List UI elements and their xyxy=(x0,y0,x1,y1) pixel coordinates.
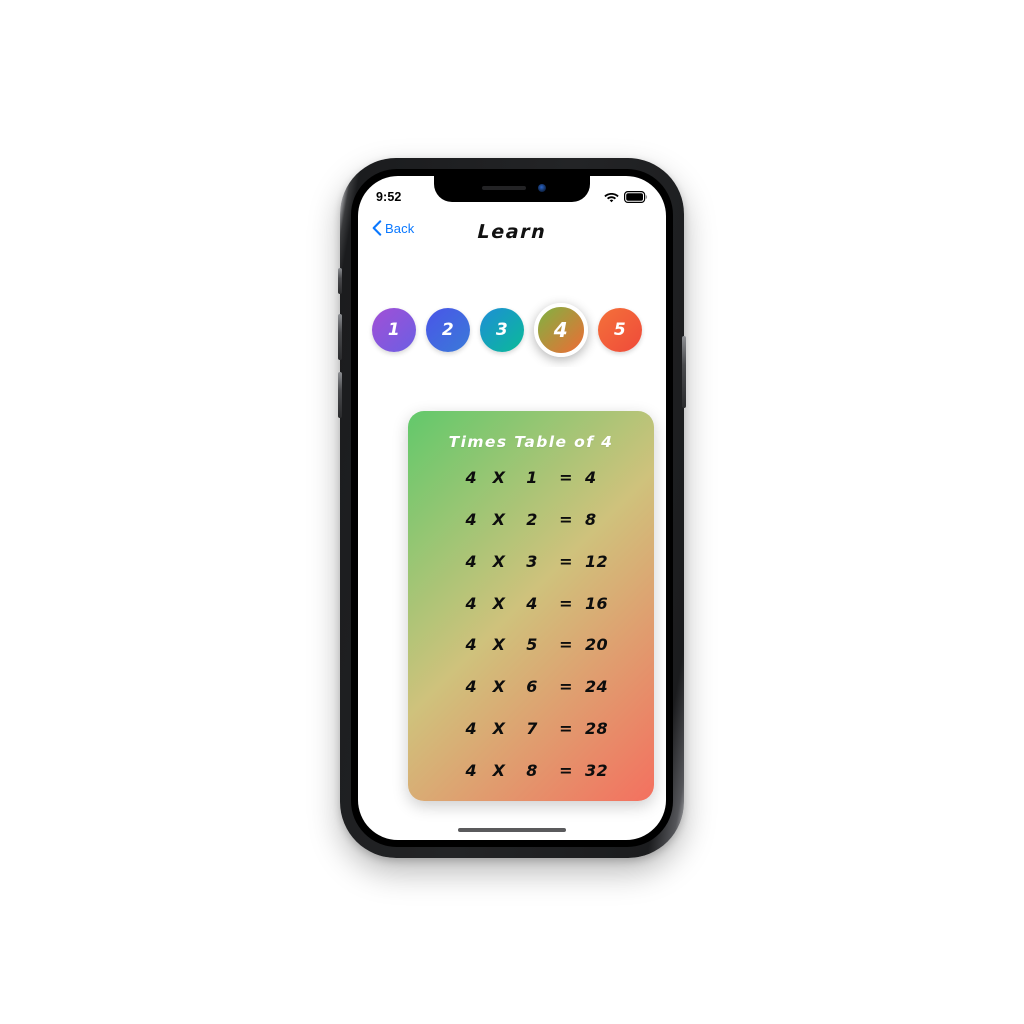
row-equals: = xyxy=(559,468,573,488)
row-equals: = xyxy=(559,677,573,697)
number-circle-1[interactable]: 1 xyxy=(372,308,416,352)
navigation-bar: Back Learn xyxy=(358,212,666,252)
row-multiplicand: 4 xyxy=(465,593,477,613)
row-equals: = xyxy=(559,551,573,571)
battery-full-icon xyxy=(624,191,648,203)
row-operator: X xyxy=(492,593,506,613)
power-button[interactable] xyxy=(682,336,686,408)
number-circle-3[interactable]: 3 xyxy=(480,308,524,352)
table-row: 4 X 7 = 28 xyxy=(408,719,654,738)
number-circle-5[interactable]: 5 xyxy=(598,308,642,352)
row-multiplier: 1 xyxy=(526,468,538,488)
row-operator: X xyxy=(492,718,506,738)
row-operator: X xyxy=(492,760,506,780)
status-indicators xyxy=(604,191,648,205)
row-operator: X xyxy=(492,468,506,488)
row-result: 28 xyxy=(585,718,609,738)
row-equals: = xyxy=(559,635,573,655)
row-multiplier: 7 xyxy=(526,718,538,738)
number-circle-label: 5 xyxy=(613,320,627,340)
row-operator: X xyxy=(492,551,506,571)
device-screen: 9:52 Back Learn 1 2 3 4 5 Times Table of… xyxy=(358,176,666,840)
device-bezel: 9:52 Back Learn 1 2 3 4 5 Times Table of… xyxy=(351,169,673,847)
status-time: 9:52 xyxy=(376,190,402,204)
row-multiplicand: 4 xyxy=(465,635,477,655)
row-multiplier: 5 xyxy=(526,635,538,655)
row-multiplier: 8 xyxy=(526,760,538,780)
row-equals: = xyxy=(559,718,573,738)
canvas: 9:52 Back Learn 1 2 3 4 5 Times Table of… xyxy=(0,0,1024,1024)
row-equals: = xyxy=(559,593,573,613)
page-title: Learn xyxy=(477,221,547,243)
silent-switch[interactable] xyxy=(338,268,342,294)
number-circle-label: 3 xyxy=(495,320,509,340)
table-row: 4 X 3 = 12 xyxy=(408,552,654,571)
row-result: 4 xyxy=(585,468,597,488)
front-camera-icon xyxy=(538,184,546,192)
number-circle-label: 4 xyxy=(553,318,569,342)
volume-down-button[interactable] xyxy=(338,372,342,418)
times-table-card: Times Table of 4 4 X 1 = 4 4 X 2 = 8 4 X 3 = 12 4 X 4 = 16 4… xyxy=(408,411,654,801)
volume-up-button[interactable] xyxy=(338,314,342,360)
row-result: 24 xyxy=(585,677,609,697)
row-result: 20 xyxy=(585,635,609,655)
wifi-icon xyxy=(604,193,619,203)
row-multiplier: 2 xyxy=(526,510,538,530)
row-multiplicand: 4 xyxy=(465,677,477,697)
row-operator: X xyxy=(492,677,506,697)
row-operator: X xyxy=(492,635,506,655)
row-result: 12 xyxy=(585,551,609,571)
number-circle-label: 1 xyxy=(387,320,401,340)
row-equals: = xyxy=(559,510,573,530)
number-circle-4[interactable]: 4 xyxy=(534,303,588,357)
table-row: 4 X 6 = 24 xyxy=(408,677,654,696)
number-selector[interactable]: 1 2 3 4 5 xyxy=(358,293,666,367)
table-row: 4 X 1 = 4 xyxy=(408,468,654,487)
notch xyxy=(434,176,590,202)
row-operator: X xyxy=(492,510,506,530)
iphone-device-frame: 9:52 Back Learn 1 2 3 4 5 Times Table of… xyxy=(338,158,686,858)
row-multiplier: 6 xyxy=(526,677,538,697)
number-circle-label: 2 xyxy=(441,320,455,340)
row-equals: = xyxy=(559,760,573,780)
home-indicator[interactable] xyxy=(458,828,566,832)
row-result: 32 xyxy=(585,760,609,780)
table-row: 4 X 2 = 8 xyxy=(408,510,654,529)
row-multiplicand: 4 xyxy=(465,510,477,530)
row-multiplier: 3 xyxy=(526,551,538,571)
row-multiplicand: 4 xyxy=(465,468,477,488)
row-multiplier: 4 xyxy=(526,593,538,613)
row-result: 8 xyxy=(585,510,597,530)
speaker-grille xyxy=(482,186,526,190)
table-row: 4 X 4 = 16 xyxy=(408,594,654,613)
table-row: 4 X 5 = 20 xyxy=(408,635,654,654)
row-result: 16 xyxy=(585,593,609,613)
row-multiplicand: 4 xyxy=(465,718,477,738)
times-table-rows: 4 X 1 = 4 4 X 2 = 8 4 X 3 = 12 4 X 4 = 16 4 X 5 = 20 4 X 6 = 24 4 X 7 = 28… xyxy=(408,455,654,801)
number-selector-track[interactable]: 1 2 3 4 5 xyxy=(372,293,642,367)
number-circle-2[interactable]: 2 xyxy=(426,308,470,352)
row-multiplicand: 4 xyxy=(465,760,477,780)
row-multiplicand: 4 xyxy=(465,551,477,571)
times-table-card-title: Times Table of 4 xyxy=(448,433,614,451)
table-row: 4 X 8 = 32 xyxy=(408,761,654,780)
